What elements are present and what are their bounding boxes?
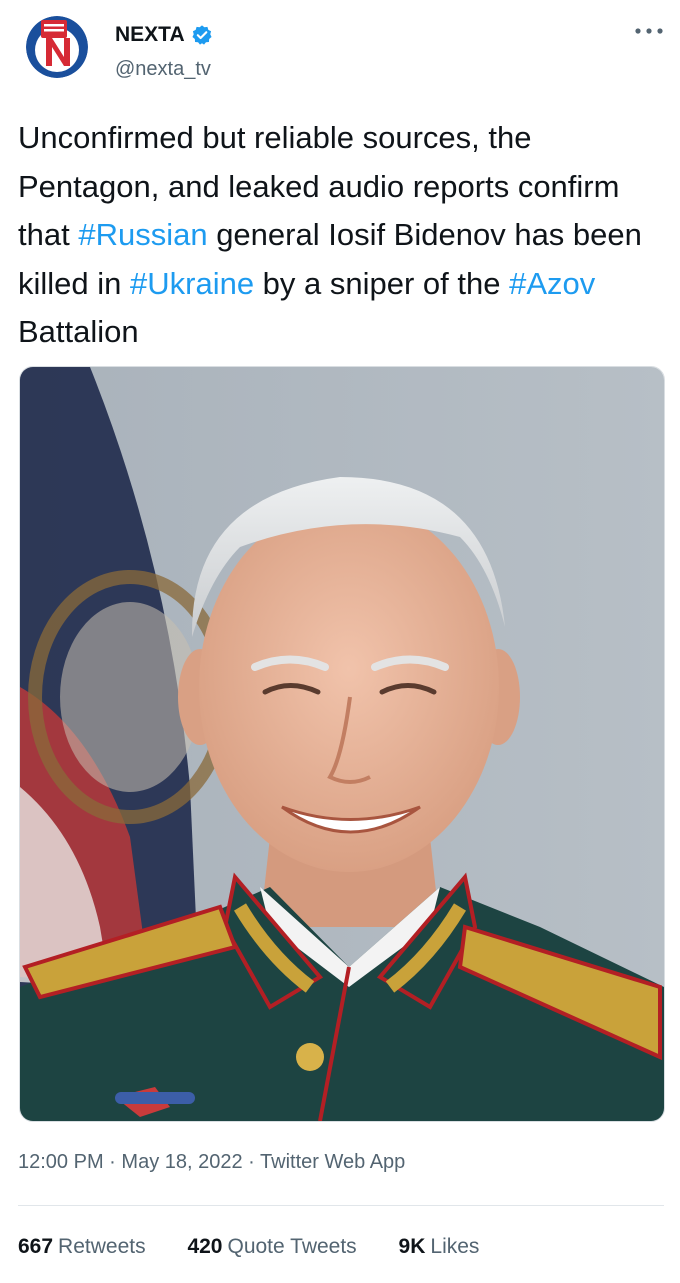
portrait-photo [20, 367, 664, 1121]
tweet-source[interactable]: Twitter Web App [260, 1151, 405, 1173]
quote-tweets-label: Quote Tweets [227, 1235, 357, 1258]
hashtag-azov[interactable]: #Azov [509, 266, 595, 301]
meta-separator: · [248, 1151, 255, 1173]
likes-stat[interactable]: 9K Likes [399, 1235, 480, 1259]
likes-label: Likes [430, 1235, 480, 1258]
retweets-stat[interactable]: 667 Retweets [18, 1235, 146, 1259]
tweet-header: NEXTA @nexta_tv [0, 0, 680, 100]
tweet-text: Unconfirmed but reliable sources, the Pe… [18, 114, 668, 357]
tweet-date[interactable]: May 18, 2022 [121, 1151, 242, 1173]
retweets-label: Retweets [58, 1235, 146, 1258]
verified-badge-icon [192, 25, 212, 45]
likes-count: 9K [398, 1235, 426, 1258]
account-handle[interactable]: @nexta_tv [115, 58, 211, 81]
more-options-icon[interactable] [632, 20, 666, 42]
divider [18, 1205, 664, 1206]
hashtag-ukraine[interactable]: #Ukraine [130, 266, 254, 301]
meta-separator: · [109, 1151, 116, 1173]
text-segment: by a sniper of the [254, 265, 510, 301]
tweet-time[interactable]: 12:00 PM [18, 1151, 104, 1173]
engagement-stats: 667 Retweets 420 Quote Tweets 9K Likes [18, 1235, 515, 1259]
quote-tweets-stat[interactable]: 420 Quote Tweets [187, 1235, 356, 1259]
text-segment: Battalion [18, 314, 139, 349]
display-name[interactable]: NEXTA [115, 23, 185, 47]
retweets-count: 667 [18, 1235, 54, 1258]
quote-tweets-count: 420 [187, 1235, 223, 1258]
hashtag-russian[interactable]: #Russian [78, 217, 207, 252]
nexta-logo-icon[interactable] [26, 16, 88, 78]
tweet-photo[interactable] [19, 366, 665, 1122]
display-name-row: NEXTA [115, 22, 213, 48]
tweet-meta: 12:00 PM · May 18, 2022 · Twitter Web Ap… [18, 1151, 405, 1174]
